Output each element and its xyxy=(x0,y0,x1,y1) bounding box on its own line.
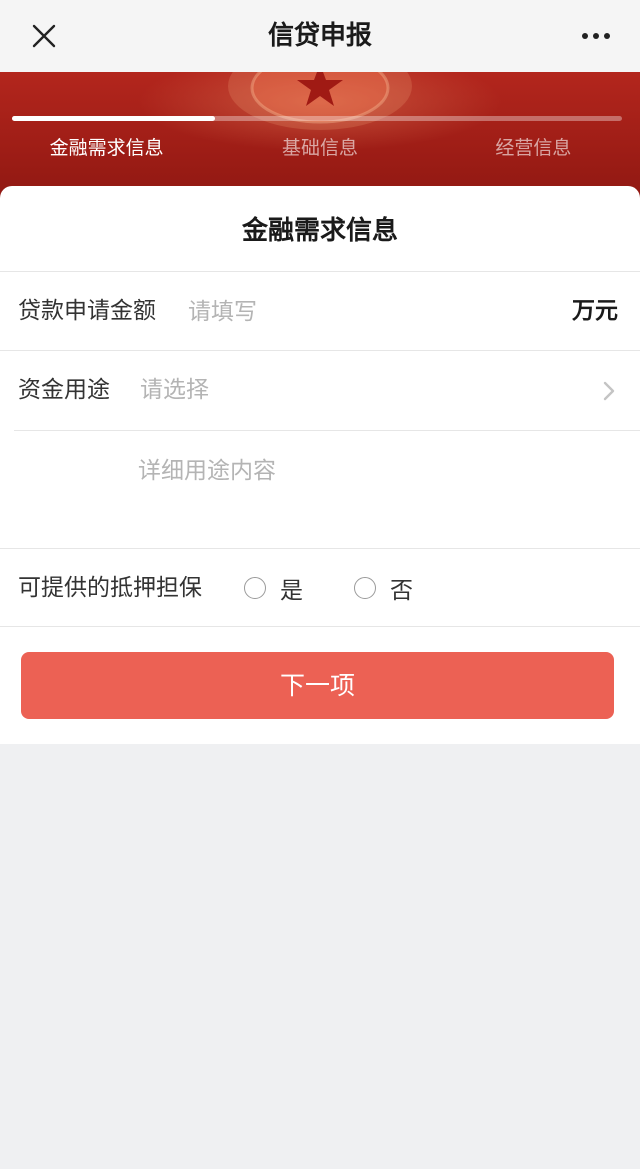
form-card: 金融需求信息 贷款申请金额 万元 资金用途 请选择 可提供的抵押担保 是 否 下… xyxy=(0,186,640,744)
more-dots-icon xyxy=(582,33,610,39)
radio-no-label: 否 xyxy=(390,578,413,604)
radio-yes-label: 是 xyxy=(280,578,303,604)
loan-amount-label: 贷款申请金额 xyxy=(18,298,156,324)
purpose-detail-row xyxy=(0,431,640,549)
amount-unit: 万元 xyxy=(572,298,618,324)
emblem-icon xyxy=(228,72,412,130)
tab-business-info[interactable]: 经营信息 xyxy=(427,132,640,164)
navigation-bar: 信贷申报 xyxy=(0,0,640,72)
page-title: 信贷申报 xyxy=(267,21,372,51)
tab-financial-needs[interactable]: 金融需求信息 xyxy=(0,132,213,164)
fund-purpose-row[interactable]: 资金用途 请选择 xyxy=(0,351,640,430)
close-icon xyxy=(32,24,56,48)
step-progress-fill xyxy=(12,116,216,121)
close-button[interactable] xyxy=(22,14,66,58)
next-step-button[interactable]: 下一项 xyxy=(21,652,614,719)
radio-no-circle[interactable] xyxy=(354,577,376,599)
guarantee-row: 可提供的抵押担保 是 否 xyxy=(0,549,640,627)
guarantee-label: 可提供的抵押担保 xyxy=(18,575,202,601)
fund-purpose-select[interactable]: 请选择 xyxy=(140,351,580,430)
form-title: 金融需求信息 xyxy=(0,186,640,272)
loan-amount-input[interactable] xyxy=(188,290,528,334)
header-banner: 金融需求信息 基础信息 经营信息 xyxy=(0,72,640,202)
radio-yes-circle[interactable] xyxy=(244,577,266,599)
chevron-right-icon xyxy=(603,381,615,401)
tab-basic-info[interactable]: 基础信息 xyxy=(213,132,426,164)
purpose-detail-textarea[interactable] xyxy=(138,451,608,531)
step-tabs: 金融需求信息 基础信息 经营信息 xyxy=(0,132,640,164)
step-progress-bar xyxy=(12,116,622,121)
guarantee-yes-option[interactable]: 是 xyxy=(244,549,303,627)
guarantee-no-option[interactable]: 否 xyxy=(354,549,413,627)
loan-amount-row: 贷款申请金额 万元 xyxy=(0,272,640,351)
fund-purpose-label: 资金用途 xyxy=(18,377,110,403)
more-button[interactable] xyxy=(574,14,618,58)
